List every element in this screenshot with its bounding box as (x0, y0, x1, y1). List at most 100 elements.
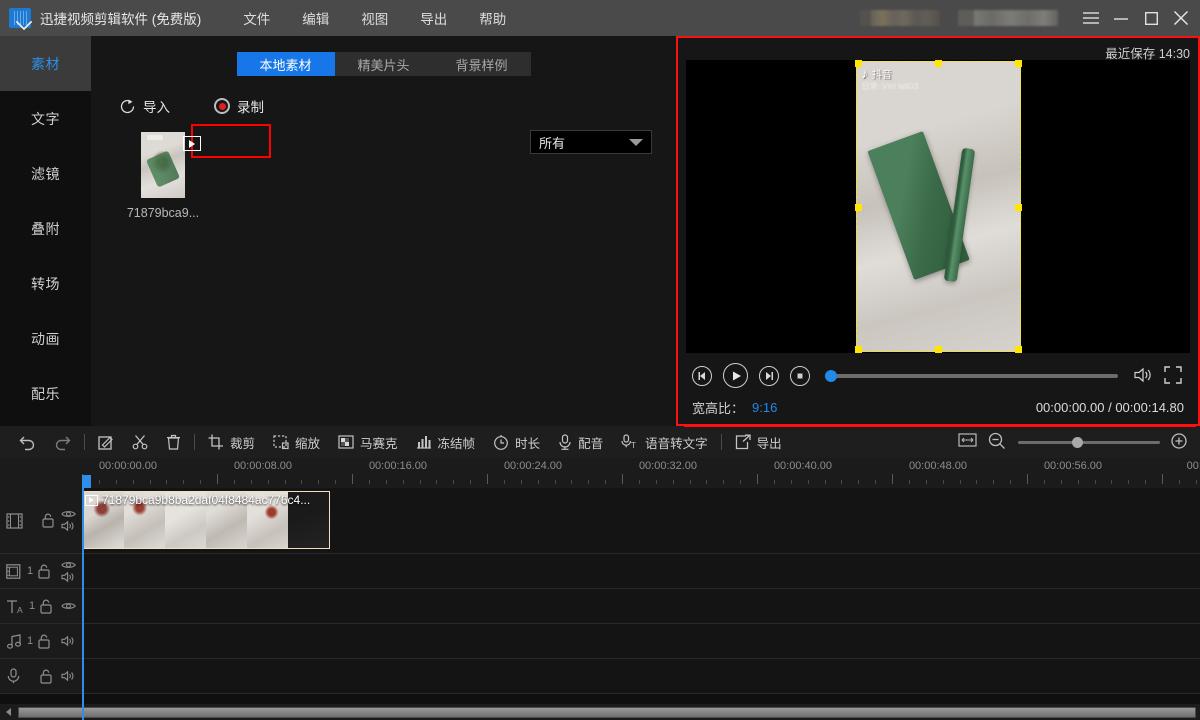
ruler-minor-tick (116, 480, 117, 484)
sidebar-item-animation[interactable]: 动画 (0, 311, 91, 366)
tab-background-samples[interactable]: 背景样例 (433, 52, 531, 76)
edit-button[interactable] (89, 434, 123, 450)
import-label: 导入 (143, 96, 170, 116)
obscured-account-block-1 (860, 10, 940, 26)
undo-button[interactable] (10, 435, 45, 450)
maximize-icon[interactable] (1136, 3, 1166, 33)
ruler-label: 00:00:08.00 (234, 460, 292, 472)
aspect-ratio-value[interactable]: 9:16 (752, 400, 777, 415)
seek-thumb[interactable] (825, 370, 837, 382)
material-filter-select[interactable]: 所有 (530, 130, 652, 154)
playhead-handle[interactable] (82, 475, 91, 488)
timeline-zoom-controls (958, 432, 1190, 452)
tab-intro-templates[interactable]: 精美片头 (335, 52, 433, 76)
resize-handle-middle-right[interactable] (1015, 204, 1022, 211)
timeline-zoom-thumb[interactable] (1072, 437, 1083, 448)
sidebar-item-overlay[interactable]: 叠附 (0, 201, 91, 256)
ruler-minor-tick (504, 480, 505, 484)
redo-button[interactable] (45, 435, 80, 450)
crop-button[interactable]: 裁剪 (199, 433, 264, 452)
menu-item-view[interactable]: 视图 (345, 4, 404, 32)
edit-toolbar: 裁剪 缩放 马赛克 冻结帧 (0, 426, 1200, 458)
timeline-zoom-slider[interactable] (1018, 441, 1160, 444)
step-back-icon[interactable] (692, 366, 712, 386)
dub-button[interactable]: 配音 (549, 433, 612, 452)
scale-button[interactable]: 缩放 (264, 433, 329, 452)
resize-handle-top-left[interactable] (855, 60, 862, 67)
split-button[interactable] (123, 434, 157, 450)
eye-icon (61, 601, 76, 611)
speech-to-text-icon: T (621, 434, 639, 450)
track-count-overlay: 1 (27, 565, 33, 577)
menu-item-help[interactable]: 帮助 (463, 4, 522, 32)
track-body-text[interactable] (82, 589, 1200, 623)
timeline-horizontal-scrollbar[interactable] (0, 704, 1200, 720)
zoom-out-icon[interactable] (988, 432, 1008, 452)
timeline-ruler[interactable]: 00:00:00.0000:00:08.0000:00:16.0000:00:2… (0, 458, 1200, 488)
ruler-minor-tick (133, 480, 134, 484)
ruler-minor-tick (875, 480, 876, 484)
track-count-music: 1 (27, 635, 33, 647)
asset-item[interactable]: 71879bca9... (113, 132, 213, 220)
timeline-clip[interactable]: 71879bca9b8ba2daf04f8484ac776c4... (82, 491, 330, 549)
duration-button[interactable]: 时长 (484, 433, 549, 452)
ruler-minor-tick (166, 480, 167, 484)
close-icon[interactable] (1166, 3, 1196, 33)
import-button[interactable]: 导入 (119, 96, 170, 116)
track-header-music: 1 (0, 624, 82, 658)
timeline-playhead[interactable] (82, 488, 84, 720)
sidebar-item-filter[interactable]: 滤镜 (0, 146, 91, 201)
speech-to-text-button[interactable]: T 语音转文字 (612, 433, 717, 452)
ruler-minor-tick (639, 480, 640, 484)
hamburger-menu-icon[interactable] (1076, 3, 1106, 33)
fullscreen-icon[interactable] (1164, 366, 1184, 386)
music-note-icon (6, 634, 23, 649)
resize-handle-bottom-right[interactable] (1015, 346, 1022, 353)
sidebar-item-transition[interactable]: 转场 (0, 256, 91, 311)
resize-handle-top-right[interactable] (1015, 60, 1022, 67)
track-body-voice[interactable] (82, 659, 1200, 693)
scroll-left-arrow-icon[interactable] (0, 705, 18, 719)
stop-icon[interactable] (790, 366, 810, 386)
sidebar-item-music[interactable]: 配乐 (0, 366, 91, 421)
menu-item-edit[interactable]: 编辑 (286, 4, 345, 32)
tab-local-material[interactable]: 本地素材 (237, 52, 335, 76)
resize-handle-bottom-left[interactable] (855, 346, 862, 353)
resize-handle-top-center[interactable] (935, 60, 942, 67)
track-body-video[interactable]: 71879bca9b8ba2daf04f8484ac776c4... (82, 488, 1200, 553)
player-controls (692, 363, 1184, 388)
delete-button[interactable] (157, 434, 190, 450)
aspect-ratio-label: 宽高比： (692, 398, 744, 417)
sidebar-item-material[interactable]: 素材 (0, 36, 91, 91)
ruler-minor-tick (251, 480, 252, 484)
scrollbar-thumb[interactable] (18, 707, 1196, 718)
freeze-frame-label: 冻结帧 (438, 433, 476, 452)
zoom-in-icon[interactable] (1170, 432, 1190, 452)
fit-to-window-icon[interactable] (958, 432, 978, 452)
seek-slider[interactable] (825, 374, 1118, 378)
ruler-major-tick (487, 474, 488, 484)
play-icon[interactable] (723, 363, 748, 388)
minimize-icon[interactable] (1106, 3, 1136, 33)
text-icon: A (6, 599, 25, 614)
ruler-label: 00:01:04 (1187, 460, 1200, 472)
video-frame[interactable]: ♪ 抖音 日常: Vsrl laliG3 (856, 61, 1021, 352)
track-body-overlay[interactable] (82, 554, 1200, 588)
export-button[interactable]: 导出 (726, 433, 791, 452)
menu-item-file[interactable]: 文件 (227, 4, 286, 32)
sidebar-item-text[interactable]: 文字 (0, 91, 91, 146)
timeline-tracks: 71879bca9b8ba2daf04f8484ac776c4... 1 (0, 488, 1200, 720)
track-body-music[interactable] (82, 624, 1200, 658)
mosaic-button[interactable]: 马赛克 (329, 433, 407, 452)
menu-item-export[interactable]: 导出 (404, 4, 463, 32)
ruler-minor-tick (301, 480, 302, 484)
ruler-minor-tick (403, 480, 404, 484)
window-controls (1076, 3, 1196, 33)
speaker-icon[interactable] (1133, 366, 1153, 386)
step-forward-icon[interactable] (759, 366, 779, 386)
record-button[interactable]: 录制 (214, 96, 264, 116)
resize-handle-middle-left[interactable] (855, 204, 862, 211)
ruler-minor-tick (926, 480, 927, 484)
freeze-frame-button[interactable]: 冻结帧 (407, 433, 485, 452)
resize-handle-bottom-center[interactable] (935, 346, 942, 353)
